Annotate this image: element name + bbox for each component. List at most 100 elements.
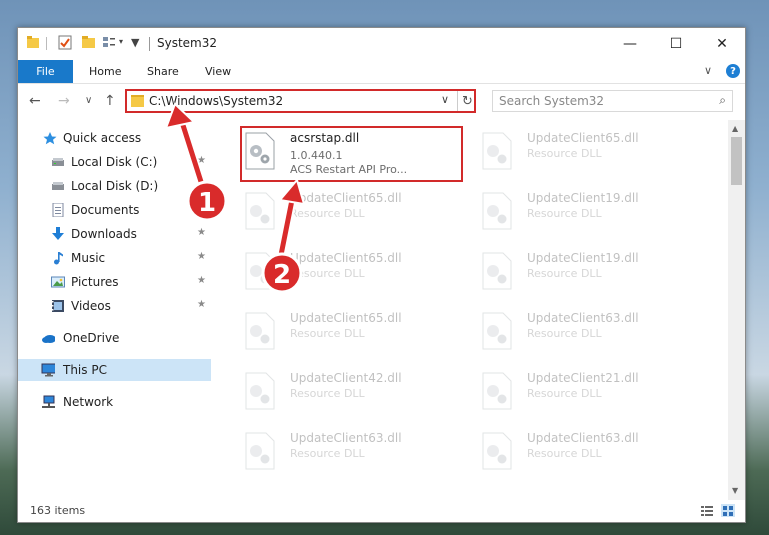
ribbon-expand-icon[interactable]: ∨ [704, 64, 712, 77]
address-dropdown-icon[interactable]: ∨ [441, 93, 449, 106]
scroll-down-icon[interactable]: ▼ [732, 486, 738, 495]
sidebar-item-label: Downloads [71, 227, 137, 241]
file-tile[interactable]: UpdateClient21.dll Resource DLL [477, 363, 703, 419]
file-name: UpdateClient65.dll [290, 251, 402, 265]
dll-file-icon [245, 252, 275, 290]
back-button[interactable]: ← [29, 93, 41, 109]
sidebar-item-label: OneDrive [63, 331, 120, 345]
file-tile[interactable]: UpdateClient65.dll Resource DLL [240, 183, 466, 239]
file-type: Resource DLL [290, 267, 365, 280]
file-type: Resource DLL [527, 387, 602, 400]
sidebar-item-label: Quick access [63, 131, 142, 145]
close-button[interactable]: ✕ [699, 28, 745, 59]
file-tile[interactable]: UpdateClient63.dll Resource DLL [477, 303, 703, 359]
file-type: Resource DLL [290, 387, 365, 400]
file-highlight-box [240, 126, 463, 182]
vertical-scrollbar[interactable]: ▲ ▼ [728, 120, 745, 500]
dll-file-icon [482, 372, 512, 410]
sidebar-item-pictures[interactable]: Pictures ★ [18, 271, 211, 293]
file-type: Resource DLL [527, 327, 602, 340]
refresh-button[interactable]: ↻ [457, 91, 477, 111]
file-type: Resource DLL [290, 327, 365, 340]
file-name: UpdateClient65.dll [290, 191, 402, 205]
sidebar-item-downloads[interactable]: Downloads ★ [18, 223, 211, 245]
file-tile[interactable]: UpdateClient65.dll Resource DLL [240, 303, 466, 359]
file-type: Resource DLL [290, 447, 365, 460]
sidebar-item-label: Local Disk (C:) [71, 155, 158, 169]
sidebar-item-onedrive[interactable]: OneDrive [18, 327, 211, 349]
customize-view-icon[interactable] [102, 35, 116, 49]
file-name: UpdateClient65.dll [527, 131, 639, 145]
qa-more-icon[interactable]: ▼ [131, 36, 139, 49]
cloud-icon [42, 335, 55, 343]
sidebar-item-music[interactable]: Music ★ [18, 247, 211, 269]
drive-icon [52, 158, 64, 166]
sidebar-item-network[interactable]: Network [18, 391, 211, 413]
item-count: 163 items [30, 504, 86, 517]
sidebar-item-documents[interactable]: Documents ★ [18, 199, 211, 221]
folder-icon [131, 95, 144, 107]
tab-share[interactable]: Share [147, 65, 179, 78]
dll-file-icon [482, 192, 512, 230]
new-folder-icon[interactable] [82, 35, 95, 49]
pin-icon: ★ [197, 299, 206, 310]
scrollbar-thumb[interactable] [731, 137, 742, 185]
recent-locations-button[interactable]: ∨ [85, 95, 92, 106]
file-type: Resource DLL [527, 447, 602, 460]
file-name: UpdateClient42.dll [290, 371, 402, 385]
address-bar[interactable]: C:\Windows\System32 ∨ ↻ [125, 89, 476, 113]
file-type: Resource DLL [290, 207, 365, 220]
file-type: Resource DLL [527, 267, 602, 280]
file-name: UpdateClient63.dll [290, 431, 402, 445]
dll-file-icon [482, 132, 512, 170]
star-icon [43, 132, 57, 145]
pin-icon: ★ [197, 155, 206, 166]
forward-button[interactable]: → [58, 93, 70, 109]
details-view-icon[interactable] [700, 504, 714, 517]
downloads-icon [52, 227, 64, 240]
file-name: UpdateClient19.dll [527, 251, 639, 265]
computer-icon [41, 363, 55, 377]
file-tile[interactable]: UpdateClient19.dll Resource DLL [477, 183, 703, 239]
properties-icon[interactable] [58, 35, 72, 50]
title-divider [149, 37, 150, 51]
scroll-up-icon[interactable]: ▲ [732, 124, 738, 133]
file-tile[interactable]: UpdateClient42.dll Resource DLL [240, 363, 466, 419]
tiles-view-icon[interactable] [721, 504, 735, 517]
dll-file-icon [482, 252, 512, 290]
search-input[interactable]: Search System32 ⌕ [492, 90, 733, 112]
dll-file-icon [482, 432, 512, 470]
file-tile[interactable]: UpdateClient19.dll Resource DLL [477, 243, 703, 299]
dll-file-icon [245, 192, 275, 230]
pin-icon: ★ [197, 275, 206, 286]
sidebar-item-quick-access[interactable]: Quick access [18, 127, 211, 149]
documents-icon [52, 203, 64, 217]
maximize-button[interactable]: ☐ [653, 28, 699, 59]
sidebar-item-label: Network [63, 395, 114, 409]
search-icon[interactable]: ⌕ [719, 93, 726, 108]
file-tile[interactable]: UpdateClient63.dll Resource DLL [240, 423, 466, 479]
search-placeholder: Search System32 [499, 94, 605, 108]
file-name: UpdateClient19.dll [527, 191, 639, 205]
sidebar-item-this-pc[interactable]: This PC [18, 359, 211, 381]
tab-file[interactable]: File [18, 60, 73, 83]
file-tile[interactable]: UpdateClient65.dll Resource DLL [240, 243, 466, 299]
file-tile[interactable]: UpdateClient65.dll Resource DLL [477, 123, 703, 179]
file-type: Resource DLL [527, 207, 602, 220]
minimize-button[interactable]: — [607, 28, 653, 59]
sidebar-item-local-disk-c[interactable]: Local Disk (C:) ★ [18, 151, 211, 173]
pin-icon: ★ [197, 227, 206, 238]
pin-icon: ★ [197, 203, 206, 214]
tab-view[interactable]: View [205, 65, 231, 78]
tab-home[interactable]: Home [89, 65, 121, 78]
up-button[interactable]: ↑ [104, 93, 116, 109]
address-path[interactable]: C:\Windows\System32 [149, 94, 283, 108]
ribbon-tabs: File Home Share View ∨ ? [18, 59, 745, 84]
sidebar-item-videos[interactable]: Videos ★ [18, 295, 211, 317]
file-name: UpdateClient63.dll [527, 311, 639, 325]
help-icon[interactable]: ? [726, 64, 740, 78]
navigation-bar: ← → ∨ ↑ C:\Windows\System32 ∨ ↻ Search S… [18, 84, 745, 118]
sidebar-item-local-disk-d[interactable]: Local Disk (D:) ★ [18, 175, 211, 197]
qa-dropdown-chevron[interactable]: ▾ [119, 37, 123, 46]
file-tile[interactable]: UpdateClient63.dll Resource DLL [477, 423, 703, 479]
